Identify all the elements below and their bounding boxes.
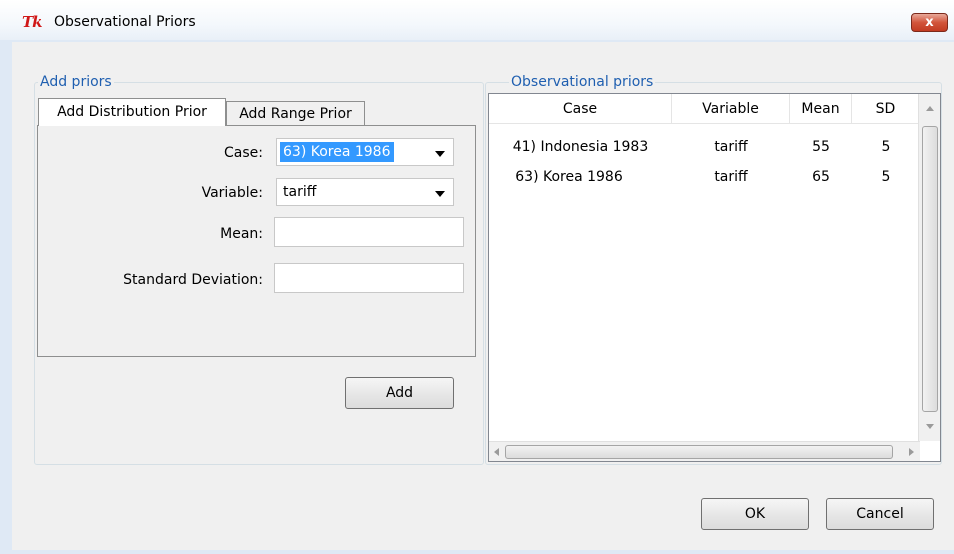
column-header-sd[interactable]: SD <box>852 94 920 124</box>
observational-priors-group: Observational priors Case Variable Mean … <box>485 73 942 465</box>
dialog-body: Add priors Add Distribution Prior Add Ra… <box>12 42 954 550</box>
tab-add-distribution-prior[interactable]: Add Distribution Prior <box>38 98 226 126</box>
title-bar: Tk Observational Priors x <box>0 0 954 40</box>
variable-value: tariff <box>283 184 317 200</box>
cell-mean: 55 <box>812 139 830 155</box>
cell-mean: 65 <box>812 169 830 185</box>
close-icon: x <box>925 15 934 30</box>
chevron-down-icon[interactable] <box>435 191 445 197</box>
case-combobox[interactable]: 63) Korea 1986 <box>276 138 454 166</box>
variable-label: Variable: <box>201 185 263 201</box>
case-label: Case: <box>224 145 263 161</box>
standard-deviation-label: Standard Deviation: <box>123 272 263 288</box>
add-priors-label: Add priors <box>38 73 114 91</box>
variable-combobox[interactable]: tariff <box>276 178 454 206</box>
horizontal-scroll-thumb[interactable] <box>505 445 893 459</box>
cell-case: 41) Indonesia 1983 <box>512 139 649 155</box>
close-button[interactable]: x <box>911 13 948 32</box>
vertical-scroll-thumb[interactable] <box>922 126 938 412</box>
tk-app-icon: Tk <box>22 13 43 31</box>
mean-input[interactable] <box>274 217 464 247</box>
scroll-left-icon[interactable] <box>494 448 499 456</box>
add-priors-group: Add priors Add Distribution Prior Add Ra… <box>34 73 484 465</box>
column-header-variable[interactable]: Variable <box>672 94 790 124</box>
column-header-mean[interactable]: Mean <box>790 94 852 124</box>
cancel-button[interactable]: Cancel <box>826 498 934 530</box>
ok-button[interactable]: OK <box>701 498 809 530</box>
tab-add-range-prior[interactable]: Add Range Prior <box>226 101 365 126</box>
cell-case: 63) Korea 1986 <box>515 169 623 185</box>
horizontal-scrollbar[interactable] <box>489 441 920 461</box>
standard-deviation-input[interactable] <box>274 263 464 293</box>
add-button[interactable]: Add <box>345 377 454 409</box>
scroll-up-icon[interactable] <box>926 106 934 111</box>
chevron-down-icon[interactable] <box>435 151 445 157</box>
cell-sd: 5 <box>881 169 891 185</box>
vertical-scrollbar[interactable] <box>918 94 940 441</box>
distribution-prior-panel: Case: 63) Korea 1986 Variable: tariff Me… <box>37 125 476 357</box>
cell-sd: 5 <box>881 139 891 155</box>
priors-table[interactable]: Case Variable Mean SD 41) Indonesia 1983… <box>488 93 941 462</box>
tab-label: Add Distribution Prior <box>57 104 207 120</box>
window-title: Observational Priors <box>54 14 196 30</box>
tab-label: Add Range Prior <box>239 106 352 122</box>
case-value: 63) Korea 1986 <box>280 142 394 162</box>
scroll-right-icon[interactable] <box>909 448 914 456</box>
cell-variable: tariff <box>714 139 748 155</box>
observational-priors-label: Observational priors <box>509 73 656 91</box>
scroll-down-icon[interactable] <box>926 424 934 429</box>
column-header-case[interactable]: Case <box>489 94 672 124</box>
mean-label: Mean: <box>220 226 263 242</box>
cell-variable: tariff <box>714 169 748 185</box>
